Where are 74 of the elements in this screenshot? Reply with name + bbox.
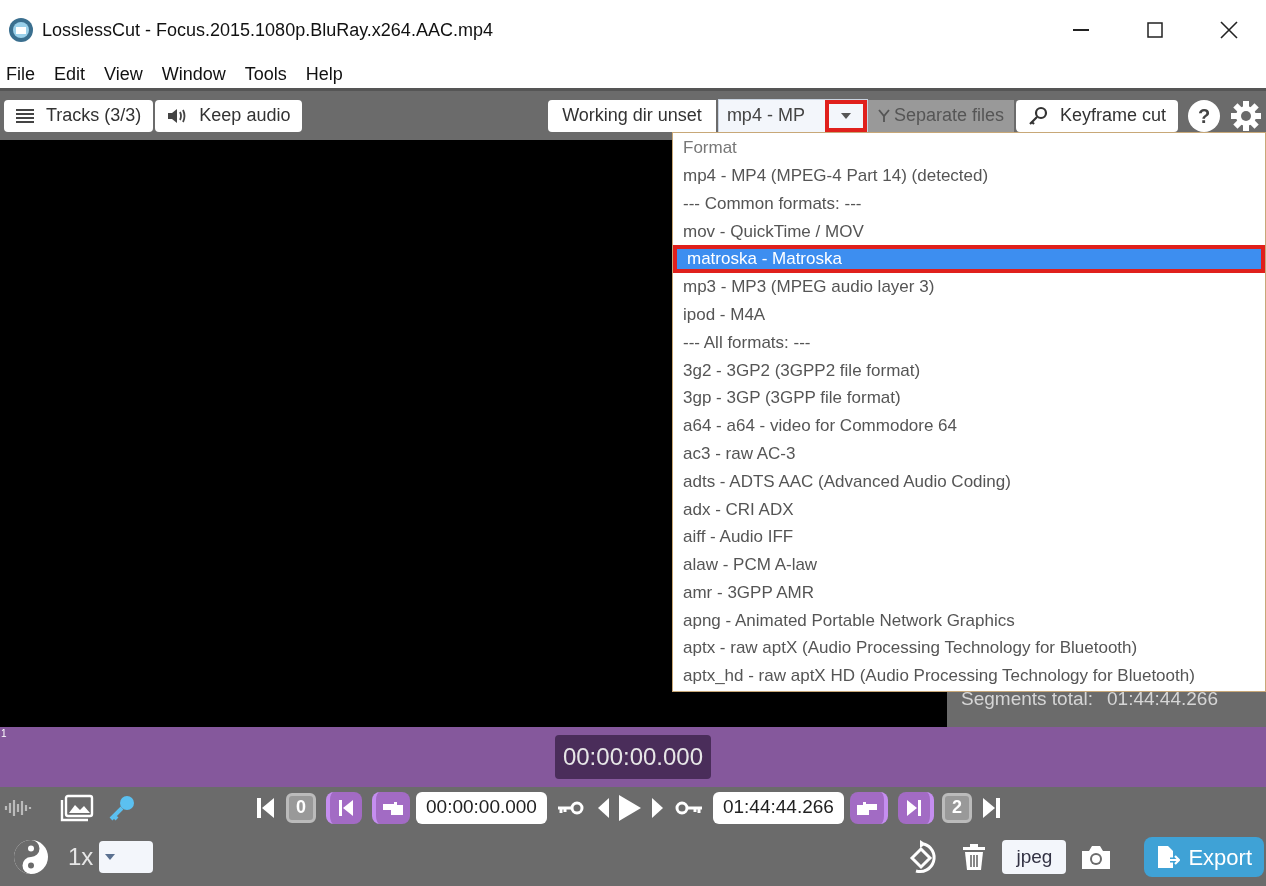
dropdown-option[interactable]: apng - Animated Portable Network Graphics [673, 606, 1265, 635]
dropdown-option[interactable]: ac3 - raw AC-3 [673, 439, 1265, 468]
dropdown-option[interactable]: mp3 - MP3 (MPEG audio layer 3) [673, 273, 1265, 301]
speed-label: 1x [68, 842, 94, 872]
key-icon[interactable] [674, 800, 703, 815]
menu-item[interactable]: File [6, 60, 35, 88]
menu-item[interactable]: Tools [244, 60, 287, 88]
window-title: LosslessCut - Focus.2015.1080p.BluRay.x264.AAC.mp4 [42, 18, 493, 42]
list-icon [16, 107, 34, 124]
segments-total-value: 01:44:44.266 [1107, 687, 1218, 711]
menu-item[interactable]: Help [305, 60, 343, 88]
speaker-icon [167, 107, 188, 124]
close-icon [1220, 21, 1238, 39]
yin-yang-icon[interactable] [12, 838, 50, 876]
caret-icon [105, 854, 116, 860]
capture-format-select[interactable]: jpeg [1002, 840, 1067, 874]
end-time-field[interactable]: 01:44:44.266 [712, 791, 844, 824]
dropdown-option[interactable]: 3g2 - 3GP2 (3GPP2 file format) [673, 356, 1265, 385]
menu-item[interactable]: Edit [54, 60, 86, 88]
maximize-icon [1147, 22, 1163, 38]
keyframe-cut-button[interactable]: Keyframe cut [1015, 99, 1178, 132]
key-icon [1027, 105, 1048, 126]
pointing-hand-icon [855, 799, 878, 816]
key-icon[interactable] [556, 800, 585, 815]
speed-select[interactable] [99, 841, 154, 873]
format-select[interactable]: mp4 - MP [717, 98, 868, 133]
menu-item[interactable]: View [104, 60, 143, 88]
set-end-button[interactable] [849, 791, 888, 824]
set-start-button[interactable] [372, 791, 410, 824]
dropdown-option[interactable]: aptx_hd - raw aptX HD (Audio Processing Technology for Bluetooth) [673, 662, 1265, 690]
start-time-field[interactable]: 00:00:00.000 [416, 791, 547, 824]
dropdown-option[interactable]: mp4 - MP4 (MPEG-4 Part 14) (detected) [673, 161, 1265, 190]
dropdown-option[interactable]: 3gp - 3GP (3GPP file format) [673, 384, 1265, 412]
jump-to-start-icon[interactable] [256, 795, 274, 820]
dropdown-option[interactable]: alaw - PCM A-law [673, 550, 1265, 579]
dropdown-option[interactable]: aiff - Audio IFF [673, 523, 1265, 551]
jump-to-end-icon[interactable] [981, 795, 1000, 820]
next-frame-icon[interactable] [650, 796, 663, 819]
tracks-button[interactable]: Tracks (3/3) [4, 99, 154, 132]
app-logo-icon [8, 17, 34, 43]
caret-icon [840, 112, 851, 119]
dropdown-option[interactable]: mov - QuickTime / MOV [673, 217, 1265, 246]
dropdown-header: Format [682, 137, 738, 160]
dropdown-option[interactable]: aptx - raw aptX (Audio Processing Technology for Bluetooth) [673, 634, 1265, 663]
trash-icon[interactable] [962, 844, 987, 870]
key-icon[interactable] [108, 793, 136, 822]
previous-frame-icon[interactable] [596, 796, 609, 819]
fork-icon [877, 108, 890, 123]
dropdown-option[interactable]: adx - CRI ADX [673, 495, 1265, 524]
images-icon[interactable] [60, 793, 94, 822]
dropdown-option[interactable]: amr - 3GPP AMR [673, 578, 1265, 607]
file-export-icon [1156, 845, 1181, 869]
skip-back-icon [338, 798, 354, 817]
segment-end-button[interactable] [897, 791, 934, 824]
menu-item[interactable]: Window [161, 60, 226, 88]
keep-audio-button[interactable]: Keep audio [155, 99, 303, 132]
segment-number: 1 [1, 729, 7, 739]
working-dir-button[interactable]: Working dir unset [548, 99, 716, 132]
minimize-icon [1073, 29, 1089, 31]
help-button[interactable]: ? [1188, 99, 1220, 132]
play-icon[interactable] [616, 793, 641, 822]
dropdown-option[interactable]: ipod - M4A [673, 300, 1265, 329]
segment-start-button[interactable] [326, 791, 362, 824]
dropdown-option[interactable]: --- All formats: --- [673, 328, 1265, 357]
dropdown-option[interactable]: a64 - a64 - video for Commodore 64 [673, 411, 1265, 440]
settings-icon[interactable] [1230, 99, 1262, 132]
skip-forward-icon [905, 798, 922, 817]
dropdown-option[interactable]: --- Common formats: --- [673, 189, 1265, 218]
timeline[interactable]: 1 00:00:00.000 [0, 727, 1266, 787]
camera-icon[interactable] [1080, 844, 1113, 870]
segments-total-label: Segments total: [961, 687, 1094, 711]
pointing-hand-icon [382, 799, 404, 816]
current-time: 00:00:00.000 [554, 735, 712, 779]
dropdown-option[interactable]: adts - ADTS AAC (Advanced Audio Coding) [673, 467, 1265, 496]
